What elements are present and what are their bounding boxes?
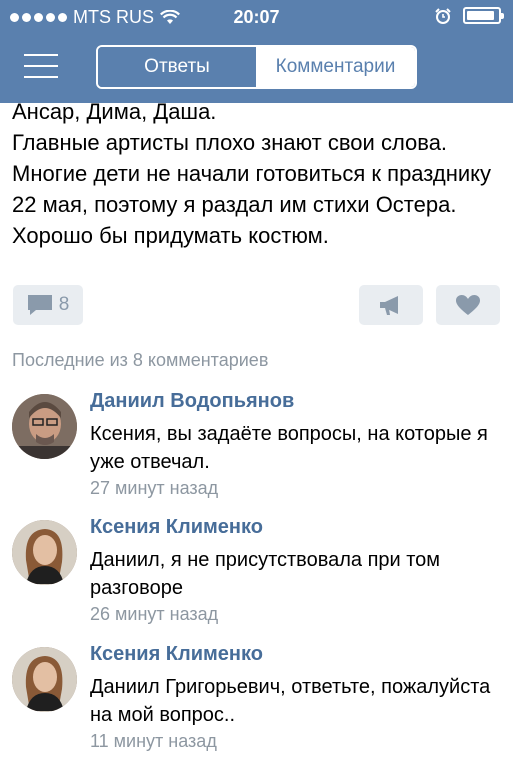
megaphone-icon bbox=[380, 296, 398, 315]
post-text: Ансар, Дима, Даша. Главные артисты плохо… bbox=[12, 99, 492, 248]
avatar[interactable] bbox=[12, 394, 77, 459]
battery-icon bbox=[463, 7, 504, 24]
alarm-clock-icon bbox=[435, 7, 451, 24]
status-right bbox=[435, 7, 504, 24]
avatar-photo bbox=[12, 520, 77, 585]
comment-item: Даниил Водопьянов Ксения, вы задаёте воп… bbox=[0, 390, 513, 514]
comment-author[interactable]: Ксения Клименко bbox=[90, 516, 263, 539]
avatar[interactable] bbox=[12, 520, 77, 585]
battery-fill bbox=[467, 11, 494, 20]
comment-item: Ксения Клименко Даниил, я не присутствов… bbox=[0, 516, 513, 640]
avatar[interactable] bbox=[12, 647, 77, 712]
tab-comments[interactable]: Комментарии bbox=[256, 47, 415, 87]
comment-author[interactable]: Ксения Клименко bbox=[90, 643, 263, 666]
comment-author[interactable]: Даниил Водопьянов bbox=[90, 390, 294, 413]
comments-section-title: Последние из 8 комментариев bbox=[12, 350, 269, 370]
comment-item: Ксения Клименко Даниил Григорьевич, отве… bbox=[0, 643, 513, 767]
comment-time: 11 минут назад bbox=[90, 731, 217, 751]
comment-bubble-icon bbox=[27, 295, 52, 315]
heart-icon bbox=[456, 295, 480, 315]
tab-answers[interactable]: Ответы bbox=[98, 47, 256, 87]
comments-count: 8 bbox=[58, 294, 70, 315]
comments-button[interactable]: 8 bbox=[13, 285, 83, 325]
hamburger-icon[interactable] bbox=[24, 54, 58, 78]
comment-text: Даниил Григорьевич, ответьте, пожалуйста… bbox=[90, 676, 491, 726]
comment-time: 27 минут назад bbox=[90, 478, 219, 498]
like-button[interactable] bbox=[436, 285, 500, 325]
avatar-photo bbox=[12, 394, 77, 459]
tabs-segmented-control: Ответы Комментарии bbox=[96, 45, 417, 89]
navigation-bar: MTS RUS 20:07 Ответы Комментарии bbox=[0, 0, 513, 103]
share-button[interactable] bbox=[359, 285, 423, 325]
comment-time: 26 минут назад bbox=[90, 604, 219, 624]
avatar-photo bbox=[12, 647, 77, 712]
comment-text: Даниил, я не присутствовала при том разг… bbox=[90, 549, 441, 599]
status-bar: MTS RUS 20:07 bbox=[0, 0, 513, 34]
comment-text: Ксения, вы задаёте вопросы, на которые я… bbox=[90, 423, 488, 473]
